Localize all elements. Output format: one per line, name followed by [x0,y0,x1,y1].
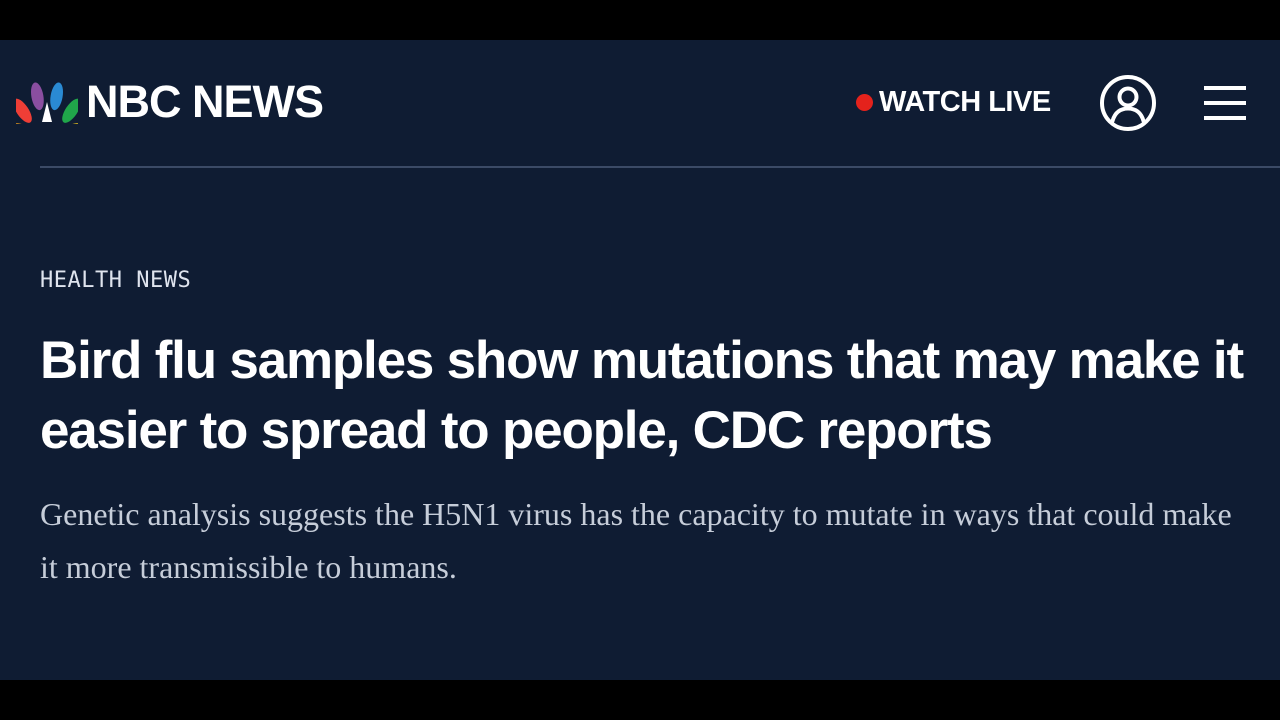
header-divider [40,166,1280,168]
hamburger-menu-icon [1204,86,1246,120]
article-headline: Bird flu samples show mutations that may… [40,331,1244,460]
nbc-news-logo-link[interactable]: NBC NEWS [16,76,324,127]
watch-live-button[interactable]: WATCH LIVE [856,84,1051,120]
category-label[interactable]: HEALTH NEWS [40,268,191,293]
article-dek: Genetic analysis suggests the H5N1 virus… [40,496,1232,585]
menu-button[interactable] [1202,84,1248,122]
user-account-icon [1100,75,1156,131]
site-header: NBC NEWS WATCH LIVE [0,40,1280,168]
live-indicator-dot [856,93,873,111]
nbc-peacock-icon [16,82,78,124]
page-frame: NBC NEWS WATCH LIVE HEALTH NEWS Bird flu… [0,40,1280,680]
watch-live-label: WATCH LIVE [879,85,1051,118]
logo-wordmark: NBC NEWS [86,76,324,127]
account-button[interactable] [1099,74,1157,132]
